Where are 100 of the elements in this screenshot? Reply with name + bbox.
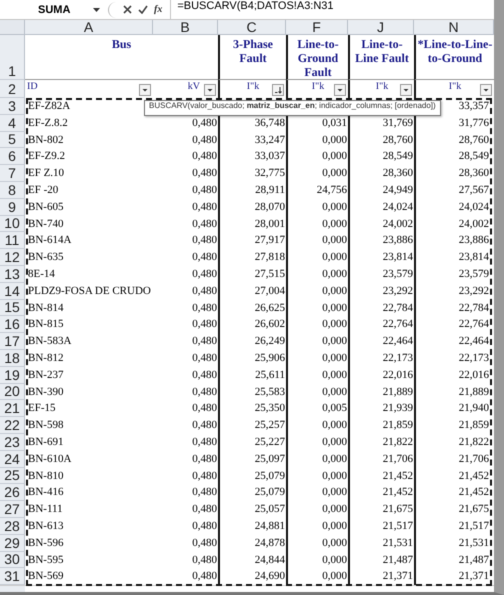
insert-function-button[interactable]: fx [154,4,162,15]
column-header[interactable]: A [25,20,153,35]
row-header[interactable]: 10 [0,216,25,232]
table-cell: 21,859 [414,417,494,434]
table-cell-text: 0,480 [191,418,218,434]
table-cell-text: BN-635 [27,250,64,266]
table-cell: 0,000 [286,484,348,502]
row-header[interactable]: 16 [0,316,25,334]
table-cell-text: 0,480 [191,200,218,215]
table-cell-text: 0,480 [191,569,218,584]
row-header[interactable]: 7 [0,165,25,182]
column-header[interactable]: F [286,20,348,35]
table-cell: 24,002 [348,216,414,232]
table-cell-text: 0,480 [191,434,218,450]
row-header[interactable]: 24 [0,450,25,468]
row-header[interactable]: 17 [0,333,25,350]
row-header[interactable]: 25 [0,468,25,484]
filter-button[interactable] [334,84,346,96]
row-header[interactable]: 29 [0,534,25,552]
row-header[interactable]: 2 [0,80,25,98]
table-cell: 21,452 [414,484,494,502]
table-cell: 25,350 [218,400,286,418]
table-cell: 0,000 [286,266,348,283]
filter-button[interactable] [204,84,216,96]
table-cell: 24,756 [286,182,348,199]
table-cell: 28,911 [218,182,286,199]
cancel-icon[interactable] [123,5,132,14]
table-cell-text: 0,480 [191,452,218,467]
table-cell: 21,675 [414,501,494,518]
column-header[interactable]: B [153,20,218,35]
dropdown-icon[interactable] [93,8,100,12]
name-box[interactable]: SUMA [0,0,108,18]
row-header[interactable]: 11 [0,232,25,250]
row-header[interactable]: 18 [0,350,25,367]
column-header[interactable]: J [348,20,414,35]
row-header[interactable]: 28 [0,518,25,535]
table-cell: 21,889 [348,384,414,400]
table-cell: 22,464 [348,333,414,350]
header-cell: 3-Phase Fault [218,35,286,80]
row-header[interactable]: 6 [0,148,25,166]
table-cell: 33,037 [218,148,286,166]
table-cell: 0,000 [286,384,348,400]
row-header[interactable]: 9 [0,198,25,216]
row-header[interactable]: 13 [0,266,25,283]
table-cell: 24,024 [348,198,414,216]
table-cell: 21,822 [414,434,494,451]
row-header[interactable]: 15 [0,300,25,316]
row-header[interactable]: 8 [0,182,25,199]
row-header[interactable]: 12 [0,249,25,266]
row-header[interactable]: 21 [0,400,25,418]
row-header[interactable]: 4 [0,114,25,132]
filter-button[interactable] [480,84,492,96]
sort-filter-button[interactable] [272,84,284,96]
table-cell-text: BN-598 [27,418,64,434]
row-header[interactable]: 23 [0,434,25,451]
table-cell: 26,625 [218,300,286,316]
filter-button[interactable] [400,84,412,96]
table-cell: 33,247 [218,132,286,148]
table-cell: 21,889 [414,384,494,400]
row-header[interactable]: 1 [0,35,25,80]
table-cell: 25,057 [218,501,286,518]
table-cell-text: BN-595 [27,552,64,568]
table-cell: 22,784 [348,300,414,316]
row-header[interactable]: 5 [0,132,25,148]
row-header[interactable]: 14 [0,282,25,300]
column-label: kV [188,81,200,92]
row-header[interactable]: 27 [0,501,25,518]
table-cell: 0,000 [286,468,348,484]
row-header[interactable]: 31 [0,568,25,586]
table-cell-text: 0,480 [191,300,218,316]
table-cell: 24,844 [218,552,286,568]
table-cell: 21,859 [348,417,414,434]
table-cell: 28,070 [218,198,286,216]
table-cell-text: 0,480 [191,132,218,148]
table-cell: 0,000 [286,216,348,232]
table-cell-text: PLDZ9-FOSA DE CRUDO [27,284,152,299]
table-cell-text: BN-596 [27,536,64,551]
table-cell: 22,173 [414,350,494,367]
table-cell-text: 0,480 [191,149,218,164]
row-header[interactable]: 26 [0,484,25,502]
table-cell-text: 0,480 [191,266,218,282]
table-cell-text: BN-111 [27,502,64,518]
row-header[interactable]: 20 [0,384,25,400]
row-header[interactable]: 30 [0,552,25,568]
column-header[interactable]: N [414,20,494,35]
filter-button[interactable] [139,84,151,96]
table-cell-text: 0,480 [191,334,218,350]
row-header[interactable]: 3 [0,98,25,115]
table-cell: 28,760 [348,132,414,148]
table-cell-text: BN-614A [27,233,72,248]
table-cell: 23,292 [414,282,494,300]
table-cell: 27,818 [218,249,286,266]
row-header[interactable]: 22 [0,417,25,434]
table-cell: 0,000 [286,417,348,434]
table-cell: 21,452 [348,484,414,502]
column-header[interactable]: C [218,20,286,35]
table-cell: 0,000 [286,198,348,216]
check-icon[interactable] [138,5,148,14]
table-cell: 0,005 [286,400,348,418]
row-header[interactable]: 19 [0,366,25,384]
